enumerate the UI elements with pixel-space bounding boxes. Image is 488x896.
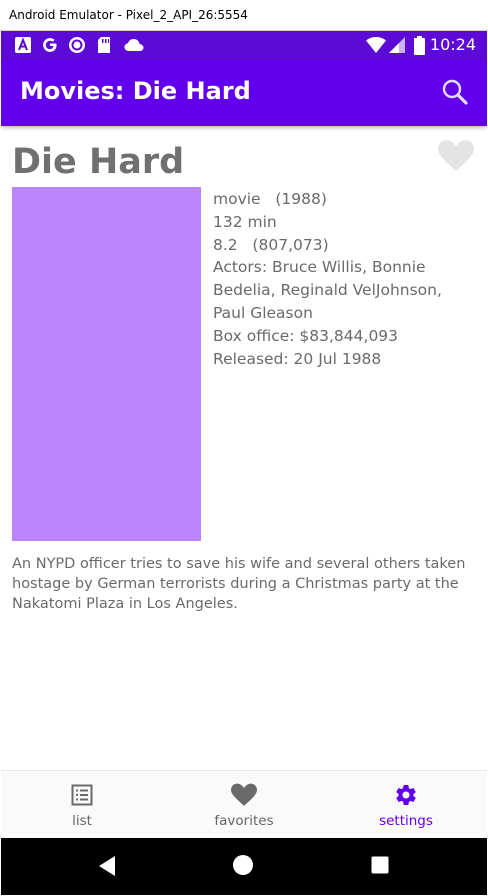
app-bar-title: Movies: Die Hard	[20, 77, 251, 105]
nav-label-favorites: favorites	[214, 813, 274, 829]
window-title: Android Emulator - Pixel_2_API_26:5554	[9, 8, 248, 22]
movie-detail: Die Hard movie (1988) 132 min 8.2 (807,0…	[1, 126, 487, 770]
status-clock: 10:24	[429, 35, 476, 54]
movie-actors: Actors: Bruce Willis, Bonnie Bedelia, Re…	[213, 258, 442, 322]
google-icon	[41, 36, 59, 59]
movie-details: movie (1988) 132 min 8.2 (807,073) Actor…	[213, 188, 475, 371]
favorite-button[interactable]	[438, 140, 474, 177]
status-bar: 10:24	[1, 31, 487, 60]
cloud-icon	[123, 36, 145, 59]
wifi-icon	[366, 37, 386, 59]
recents-icon[interactable]	[371, 856, 389, 879]
movie-rating: 8.2 (807,073)	[213, 236, 329, 254]
home-icon[interactable]	[232, 854, 254, 881]
movie-description: An NYPD officer tries to save his wife a…	[12, 556, 466, 612]
sd-card-icon	[96, 36, 112, 59]
movie-poster	[12, 187, 201, 541]
back-icon[interactable]	[97, 855, 117, 882]
list-icon	[70, 783, 94, 812]
app-bar: Movies: Die Hard	[1, 60, 487, 126]
movie-released: Released: 20 Jul 1988	[213, 350, 382, 368]
window-titlebar: Android Emulator - Pixel_2_API_26:5554	[0, 0, 488, 31]
search-icon[interactable]	[441, 78, 469, 111]
a-notification-icon	[14, 36, 32, 59]
system-navigation-bar	[1, 838, 487, 895]
heart-icon	[231, 783, 257, 812]
device-screen: 10:24 Movies: Die Hard Die Hard movie (1…	[1, 31, 487, 895]
nav-label-settings: settings	[379, 813, 433, 829]
nav-item-list[interactable]: list	[1, 771, 163, 839]
heart-icon	[438, 140, 474, 171]
circle-notification-icon	[68, 36, 86, 59]
battery-icon	[414, 36, 425, 60]
nav-item-favorites[interactable]: favorites	[163, 771, 325, 839]
movie-type-year: movie (1988)	[213, 190, 327, 208]
movie-title: Die Hard	[12, 142, 185, 182]
movie-box-office: Box office: $83,844,093	[213, 327, 399, 345]
cell-signal-icon	[389, 37, 406, 59]
movie-runtime: 132 min	[213, 213, 277, 231]
nav-item-settings[interactable]: settings	[325, 771, 487, 839]
bottom-navigation: list favorites settings	[1, 770, 487, 838]
nav-label-list: list	[72, 813, 92, 829]
gear-icon	[394, 783, 418, 812]
